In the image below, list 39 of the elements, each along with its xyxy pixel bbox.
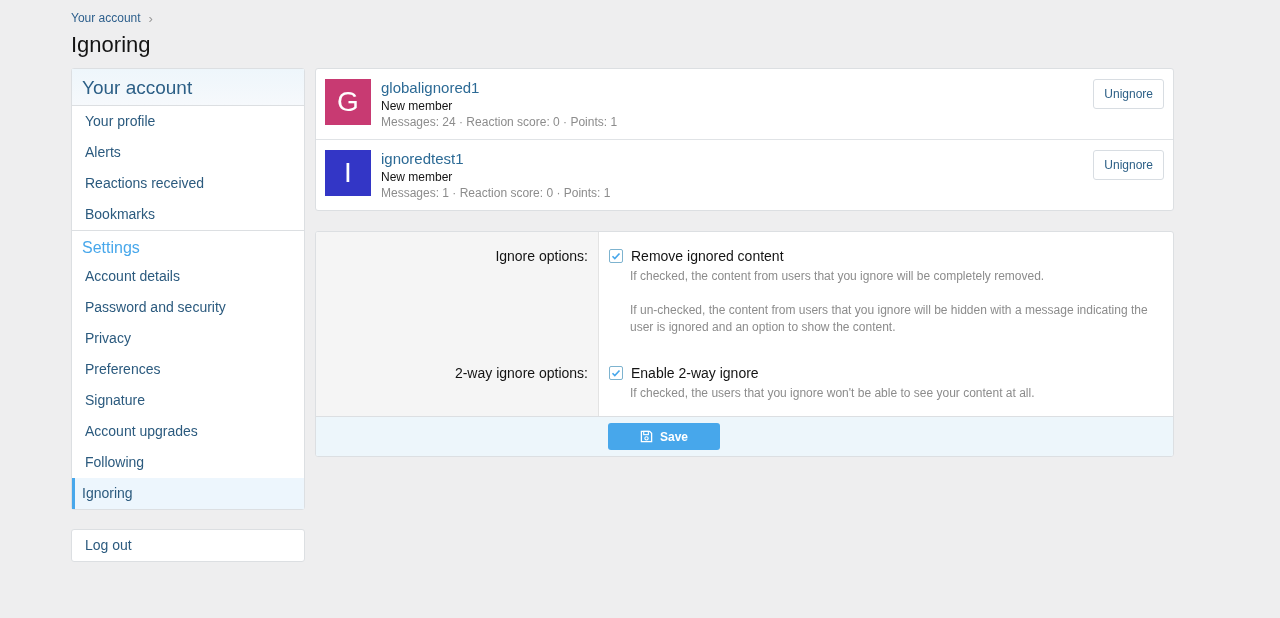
- checkbox-label: Remove ignored content: [631, 248, 784, 264]
- sidebar-item[interactable]: Reactions received: [72, 168, 304, 199]
- sidebar-heading: Settings: [81, 238, 141, 258]
- avatar[interactable]: I: [325, 150, 371, 196]
- user-stats: Messages: 1 · Reaction score: 0 · Points: 1: [381, 186, 612, 200]
- username-link[interactable]: globalignored1: [381, 79, 480, 96]
- checkbox[interactable]: [609, 249, 623, 263]
- user-title: New member: [381, 170, 454, 184]
- option-hint: If checked, the users that you ignore won't be able to see your content at all.: [630, 385, 1036, 402]
- option-hint: If un-checked, the content from users that you ignore will be hidden with a message indicating the user is ignored and an option to show the content.: [630, 302, 1149, 336]
- user-title: New member: [381, 99, 454, 113]
- sidebar-item[interactable]: Following: [72, 447, 304, 478]
- avatar[interactable]: G: [325, 79, 371, 125]
- username-link[interactable]: ignoredtest1: [381, 150, 464, 167]
- unignore-button[interactable]: Unignore: [1093, 150, 1164, 180]
- page-title: Ignoring: [71, 32, 152, 58]
- sidebar-item[interactable]: Account upgrades: [72, 416, 304, 447]
- checkbox-label: Enable 2-way ignore: [631, 365, 759, 381]
- option-label: Ignore options:: [495, 248, 588, 266]
- unignore-button[interactable]: Unignore: [1093, 79, 1164, 109]
- checkbox[interactable]: [609, 366, 623, 380]
- checkmark-icon: [611, 368, 621, 378]
- sidebar-item[interactable]: Password and security: [72, 292, 304, 323]
- breadcrumb-separator: ›: [148, 10, 153, 26]
- sidebar-item[interactable]: Ignoring: [72, 478, 304, 509]
- breadcrumb-link[interactable]: Your account: [71, 11, 141, 25]
- option-hint: If checked, the content from users that you ignore will be completely removed.: [630, 268, 1046, 285]
- checkmark-icon: [611, 251, 621, 261]
- logout-link[interactable]: Log out: [72, 530, 304, 561]
- sidebar-heading: Your account: [72, 69, 304, 106]
- sidebar-item[interactable]: Bookmarks: [72, 199, 304, 230]
- user-stats: Messages: 24 · Reaction score: 0 · Points: 1: [381, 115, 619, 129]
- sidebar-item[interactable]: Your profile: [72, 106, 304, 137]
- sidebar-item[interactable]: Preferences: [72, 354, 304, 385]
- sidebar-item[interactable]: Alerts: [72, 137, 304, 168]
- sidebar-item[interactable]: Account details: [72, 261, 304, 292]
- sidebar-item[interactable]: Privacy: [72, 323, 304, 354]
- sidebar-item[interactable]: Signature: [72, 385, 304, 416]
- option-label: 2-way ignore options:: [454, 365, 588, 383]
